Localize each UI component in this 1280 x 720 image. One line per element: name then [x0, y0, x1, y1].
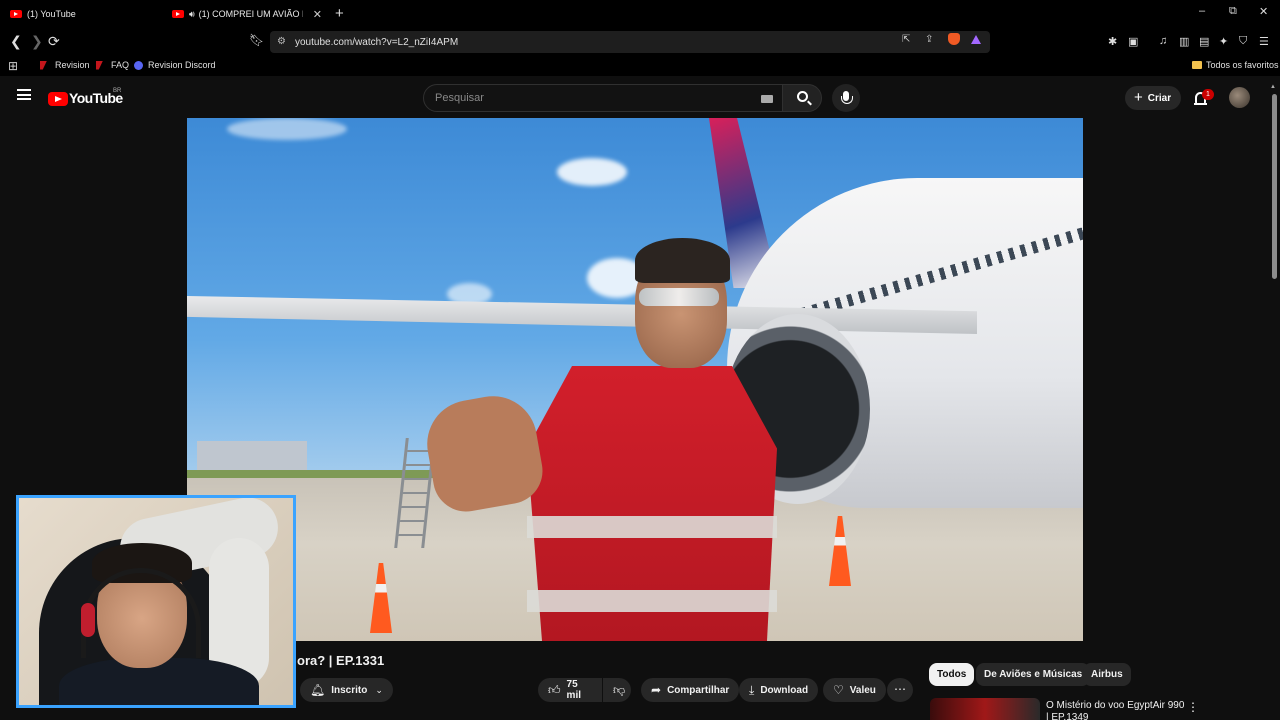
country-code: BR: [113, 88, 122, 94]
like-count: 75 mil: [566, 679, 581, 701]
extensions-icon[interactable]: ✱: [1108, 35, 1117, 48]
more-actions-button[interactable]: ⋯: [887, 678, 913, 702]
scrollbar-thumb[interactable]: [1272, 94, 1277, 279]
recommendation-title[interactable]: O Mistério do voo EgyptAir 990 | EP.1349: [1046, 700, 1186, 720]
menu-icon[interactable]: ☰: [1259, 35, 1269, 48]
recommendation-thumbnail[interactable]: [930, 698, 1040, 720]
apps-grid-icon[interactable]: ⊞: [8, 59, 18, 73]
subscribed-button[interactable]: 🔔︎ Inscrito ⌄: [300, 678, 393, 702]
bookmark-revision[interactable]: Revision: [40, 60, 90, 70]
tab-close-icon[interactable]: ✕: [313, 8, 322, 21]
chevron-down-icon: ⌄: [375, 684, 383, 695]
leo-ai-icon[interactable]: ✦: [1219, 35, 1228, 48]
reload-icon[interactable]: ⟳: [48, 33, 60, 50]
headset-earcup: [81, 603, 95, 637]
youtube-favicon-icon: [10, 10, 22, 18]
tab-youtube[interactable]: (1) YouTube: [10, 4, 170, 24]
thumbs-down-icon: 👎︎: [613, 682, 626, 697]
bookmark-label: Revision Discord: [148, 60, 216, 70]
notification-badge: 1: [1202, 89, 1214, 100]
avatar[interactable]: [1229, 87, 1250, 108]
tab-title: (1) YouTube: [27, 9, 76, 19]
bookmark-icon[interactable]: 🔖︎: [249, 33, 264, 47]
thumbs-up-icon: 👍︎: [548, 682, 561, 697]
bell-icon: 🔔︎: [310, 683, 326, 697]
share-label: Compartilhar: [667, 684, 730, 696]
chip-todos[interactable]: Todos: [929, 663, 975, 686]
scroll-up-icon[interactable]: ▲: [1270, 84, 1276, 90]
url-text: youtube.com/watch?v=L2_nZiI4APM: [295, 36, 459, 48]
forward-icon[interactable]: ❯: [31, 33, 43, 50]
bookmark-label: Revision: [55, 60, 90, 70]
bookmark-label: Todos os favoritos: [1206, 60, 1279, 70]
address-bar-row: ❮ ❯ ⟳ 🔖︎ ⚙ youtube.com/watch?v=L2_nZiI4A…: [0, 28, 1280, 56]
revision-icon: [96, 60, 103, 70]
plus-icon: +: [1134, 88, 1143, 106]
city-skyline: [197, 441, 307, 471]
vest-stripe: [527, 590, 777, 612]
folder-icon: [1192, 61, 1202, 69]
bookmark-faq[interactable]: FAQ: [96, 60, 129, 70]
bookmarks-bar: ⊞ Revision FAQ Revision Discord Todos os…: [0, 56, 1280, 76]
search-input[interactable]: Pesquisar: [423, 84, 783, 112]
speaker-icon[interactable]: 🔊︎: [189, 9, 195, 20]
restore-button[interactable]: ⧉: [1229, 5, 1237, 18]
thanks-button[interactable]: ♡ Valeu: [823, 678, 886, 702]
person-hair: [635, 238, 730, 283]
site-settings-icon[interactable]: ⚙: [277, 36, 286, 47]
download-button[interactable]: ⤓ Download: [739, 678, 819, 702]
wallet-icon[interactable]: ▤: [1199, 35, 1209, 48]
create-label: Criar: [1147, 92, 1172, 104]
bookmark-revision-discord[interactable]: Revision Discord: [134, 60, 216, 70]
create-button[interactable]: + Criar: [1125, 86, 1181, 110]
cloud: [227, 118, 347, 140]
recommendation-menu-icon[interactable]: ⋮: [1187, 700, 1199, 714]
search-button[interactable]: [782, 84, 822, 112]
tab-video[interactable]: 🔊︎ (1) COMPREI UM AVIÃO NOV ✕: [172, 4, 332, 24]
url-field[interactable]: ⚙ youtube.com/watch?v=L2_nZiI4APM: [270, 31, 990, 53]
search-icon: [797, 91, 808, 102]
download-label: Download: [760, 684, 809, 696]
hamburger-menu-icon[interactable]: [17, 89, 31, 100]
back-icon[interactable]: ❮: [10, 33, 22, 50]
cloud: [557, 158, 627, 186]
bookmark-label: FAQ: [111, 60, 130, 70]
thanks-icon: ♡: [833, 683, 844, 697]
vest-stripe: [527, 516, 777, 538]
share-arrow-icon: ➦: [651, 683, 662, 697]
keyboard-icon[interactable]: [761, 95, 773, 103]
discord-icon: [134, 60, 143, 70]
share-button[interactable]: ➦ Compartilhar: [641, 678, 740, 702]
chip-airbus[interactable]: Airbus: [1083, 663, 1131, 686]
sidebar-icon[interactable]: ▥: [1179, 35, 1189, 48]
new-tab-button[interactable]: +: [335, 5, 344, 22]
minimize-button[interactable]: –: [1199, 5, 1205, 17]
youtube-favicon-icon: [172, 10, 184, 18]
all-bookmarks-folder[interactable]: Todos os favoritos: [1192, 60, 1279, 70]
reader-icon[interactable]: ▣: [1128, 35, 1138, 48]
video-title: ora? | EP.1331: [297, 653, 385, 668]
music-icon[interactable]: ♫: [1159, 35, 1167, 47]
download-icon: ⤓: [749, 682, 755, 697]
revision-icon: [40, 60, 47, 70]
share-icon[interactable]: ⇪: [925, 34, 933, 45]
webcam-overlay: [16, 495, 296, 708]
brave-shields-icon[interactable]: [948, 33, 960, 45]
youtube-masthead: YouTube BR Pesquisar + Criar 1: [0, 76, 1280, 118]
close-window-button[interactable]: ✕: [1259, 5, 1268, 18]
voice-search-icon[interactable]: [832, 84, 860, 112]
chip-de-avioes-e-musicas[interactable]: De Aviões e Músicas: [976, 663, 1091, 686]
open-external-icon[interactable]: ⇱: [902, 34, 910, 45]
sunglasses: [639, 288, 719, 306]
browser-tab-bar: (1) YouTube 🔊︎ (1) COMPREI UM AVIÃO NOV …: [0, 0, 1280, 28]
subscribe-label: Inscrito: [331, 684, 368, 696]
video-player[interactable]: [187, 118, 1083, 641]
vpn-icon[interactable]: ⛉: [1239, 35, 1247, 48]
dislike-button[interactable]: 👎︎: [603, 678, 631, 702]
thanks-label: Valeu: [849, 684, 876, 696]
youtube-logo-icon[interactable]: [48, 92, 68, 106]
tab-title: (1) COMPREI UM AVIÃO NOV: [198, 9, 303, 19]
brave-rewards-icon[interactable]: [971, 35, 981, 44]
like-button[interactable]: 👍︎ 75 mil: [538, 678, 602, 702]
